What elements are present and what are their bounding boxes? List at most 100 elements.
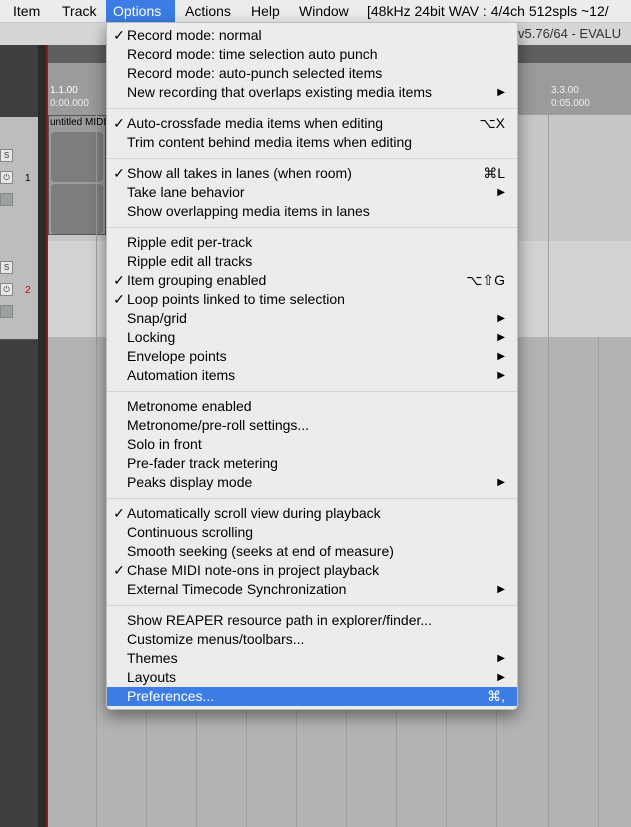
menu-item-label: Customize menus/toolbars... (127, 631, 305, 647)
menu-item-metronome-enabled[interactable]: Metronome enabled (107, 397, 517, 416)
submenu-arrow-icon: ▶ (497, 584, 505, 595)
menu-item-layouts[interactable]: Layouts ▶ (107, 668, 517, 687)
menu-item-metronome-pre-roll-settings[interactable]: Metronome/pre-roll settings... (107, 416, 517, 435)
menu-item-shortcut: ⌥X (479, 115, 505, 131)
menu-item-pre-fader-track-metering[interactable]: Pre-fader track metering (107, 454, 517, 473)
audio-status-text: [48kHz 24bit WAV : 4/4ch 512spls ~12/ (367, 3, 609, 19)
submenu-arrow-icon: ▶ (497, 351, 505, 362)
menu-item-chase-midi-note-ons-in-project-playback[interactable]: ✓ Chase MIDI note-ons in project playback (107, 561, 517, 580)
menu-item-locking[interactable]: Locking ▶ (107, 328, 517, 347)
menu-separator (107, 158, 517, 159)
menu-item-label: Ripple edit per-track (127, 234, 253, 250)
menu-item-customize-menus-toolbars[interactable]: Customize menus/toolbars... (107, 630, 517, 649)
menu-item-new-recording-that-overlaps-existing-media-items[interactable]: New recording that overlaps existing med… (107, 83, 517, 102)
submenu-arrow-icon: ▶ (497, 672, 505, 683)
menu-item-ripple-edit-all-tracks[interactable]: Ripple edit all tracks (107, 252, 517, 271)
track-2-header[interactable]: S ⏻ 2 (0, 243, 38, 340)
solo-button[interactable]: S (0, 149, 13, 162)
tcp-divider[interactable] (38, 45, 46, 827)
grid-line (548, 105, 549, 827)
track-1-header[interactable]: S ⏻ 1 (0, 117, 38, 244)
menu-item-label: Automatically scroll view during playbac… (127, 505, 381, 521)
menu-item-auto-crossfade-media-items-when-editing[interactable]: ✓ Auto-crossfade media items when editing… (107, 114, 517, 133)
submenu-arrow-icon: ▶ (497, 313, 505, 324)
menu-item-label: Ripple edit all tracks (127, 253, 253, 269)
menu-item-ripple-edit-per-track[interactable]: Ripple edit per-track (107, 233, 517, 252)
menu-item-record-mode-auto-punch-selected-items[interactable]: Record mode: auto-punch selected items (107, 64, 517, 83)
ruler-time-left: 0:00.000 (50, 98, 89, 109)
menu-item-shortcut: ⌥⇧G (466, 272, 505, 288)
menu-item-label: Pre-fader track metering (127, 455, 278, 471)
track-number: 2 (25, 285, 31, 296)
menu-item-show-all-takes-in-lanes-when-room[interactable]: ✓ Show all takes in lanes (when room) ⌘L (107, 164, 517, 183)
menu-item-label: Themes (127, 650, 178, 666)
solo-button[interactable]: S (0, 261, 13, 274)
menu-item-label: Smooth seeking (seeks at end of measure) (127, 543, 394, 559)
submenu-arrow-icon: ▶ (497, 477, 505, 488)
menu-item-label: Record mode: normal (127, 27, 262, 43)
menu-item-label: Item grouping enabled (127, 272, 267, 288)
menu-item-label: Show overlapping media items in lanes (127, 203, 370, 219)
checkmark-icon: ✓ (113, 115, 125, 131)
menu-item-record-mode-normal[interactable]: ✓ Record mode: normal (107, 26, 517, 45)
menu-item-label: External Timecode Synchronization (127, 581, 347, 597)
media-item-label: untitled MIDI (50, 117, 107, 128)
menu-item-label: Record mode: time selection auto punch (127, 46, 378, 62)
menu-item-label: Metronome/pre-roll settings... (127, 417, 310, 433)
menu-item-label: Show REAPER resource path in explorer/fi… (127, 612, 433, 628)
checkmark-icon: ✓ (113, 291, 125, 307)
menu-actions[interactable]: Actions (178, 0, 238, 22)
menu-item-loop-points-linked-to-time-selection[interactable]: ✓ Loop points linked to time selection (107, 290, 517, 309)
menu-item-label: Envelope points (127, 348, 227, 364)
media-item[interactable]: untitled MIDI (48, 115, 106, 235)
menu-item-label: Take lane behavior (127, 184, 245, 200)
menu-separator (107, 108, 517, 109)
menu-item-themes[interactable]: Themes ▶ (107, 649, 517, 668)
menu-separator (107, 391, 517, 392)
menu-item-show-reaper-resource-path-in-explorer-finder[interactable]: Show REAPER resource path in explorer/fi… (107, 611, 517, 630)
menu-item-record-mode-time-selection-auto-punch[interactable]: Record mode: time selection auto punch (107, 45, 517, 64)
menu-item-preferences[interactable]: Preferences... ⌘, (107, 687, 517, 706)
menu-item-item-grouping-enabled[interactable]: ✓ Item grouping enabled ⌥⇧G (107, 271, 517, 290)
menu-item-label: Show all takes in lanes (when room) (127, 165, 352, 181)
menu-item-shortcut: ⌘, (487, 688, 505, 704)
menu-item-solo-in-front[interactable]: Solo in front (107, 435, 517, 454)
submenu-arrow-icon: ▶ (497, 370, 505, 381)
menu-separator (107, 605, 517, 606)
menu-options[interactable]: Options (106, 0, 175, 22)
menu-item-peaks-display-mode[interactable]: Peaks display mode ▶ (107, 473, 517, 492)
checkmark-icon: ✓ (113, 505, 125, 521)
menu-item-label: Chase MIDI note-ons in project playback (127, 562, 380, 578)
checkmark-icon: ✓ (113, 165, 125, 181)
menu-window[interactable]: Window (292, 0, 356, 22)
menu-item-snap-grid[interactable]: Snap/grid ▶ (107, 309, 517, 328)
menu-item-smooth-seeking-seeks-at-end-of-measure[interactable]: Smooth seeking (seeks at end of measure) (107, 542, 517, 561)
menu-item-external-timecode-synchronization[interactable]: External Timecode Synchronization ▶ (107, 580, 517, 599)
menu-track[interactable]: Track (55, 0, 103, 22)
menu-item-label: New recording that overlaps existing med… (127, 84, 433, 100)
menu-item-shortcut: ⌘L (483, 165, 505, 181)
submenu-arrow-icon: ▶ (497, 187, 505, 198)
submenu-arrow-icon: ▶ (497, 653, 505, 664)
checkmark-icon: ✓ (113, 562, 125, 578)
track-number: 1 (25, 173, 31, 184)
menubar: Item Track Options Actions Help Window [… (0, 0, 631, 23)
menu-help[interactable]: Help (244, 0, 287, 22)
submenu-arrow-icon: ▶ (497, 87, 505, 98)
menu-item-automation-items[interactable]: Automation items ▶ (107, 366, 517, 385)
menu-item-envelope-points[interactable]: Envelope points ▶ (107, 347, 517, 366)
menu-item-continuous-scrolling[interactable]: Continuous scrolling (107, 523, 517, 542)
ruler-time-right: 0:05.000 (551, 98, 590, 109)
fx-power-icon[interactable]: ⏻ (0, 171, 13, 184)
menu-separator (107, 498, 517, 499)
menu-item[interactable]: Item (6, 0, 47, 22)
menu-item-take-lane-behavior[interactable]: Take lane behavior ▶ (107, 183, 517, 202)
menu-item-show-overlapping-media-items-in-lanes[interactable]: Show overlapping media items in lanes (107, 202, 517, 221)
grid-line (598, 337, 599, 827)
menu-item-trim-content-behind-media-items-when-editing[interactable]: Trim content behind media items when edi… (107, 133, 517, 152)
fx-power-icon[interactable]: ⏻ (0, 283, 13, 296)
menu-item-label: Record mode: auto-punch selected items (127, 65, 383, 81)
io-button[interactable] (0, 193, 13, 206)
io-button[interactable] (0, 305, 13, 318)
menu-item-automatically-scroll-view-during-playback[interactable]: ✓ Automatically scroll view during playba… (107, 504, 517, 523)
